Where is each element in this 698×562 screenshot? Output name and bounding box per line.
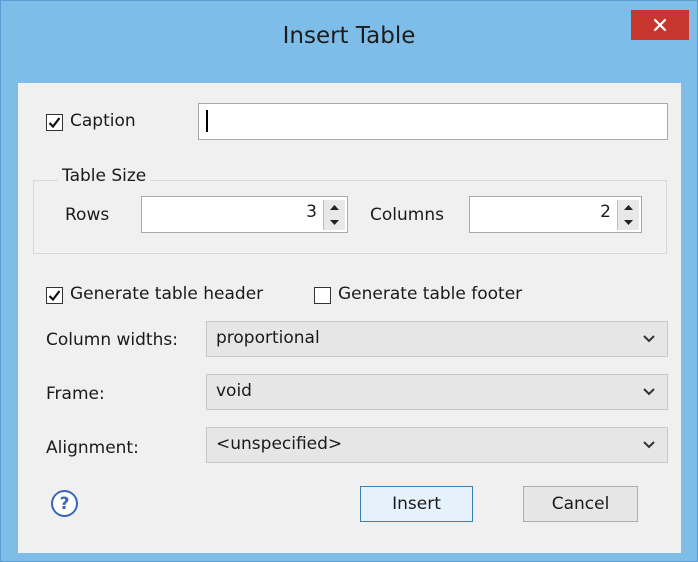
column-widths-label: Column widths: xyxy=(46,330,178,350)
arrow-up-icon xyxy=(624,205,633,210)
columns-label: Columns xyxy=(370,205,444,225)
alignment-label: Alignment: xyxy=(46,438,139,458)
rows-spinner[interactable]: 3 xyxy=(141,196,348,233)
title-bar[interactable]: Insert Table xyxy=(1,1,697,83)
generate-header-checkbox[interactable] xyxy=(46,287,63,304)
frame-label: Frame: xyxy=(46,384,105,404)
close-icon xyxy=(653,18,667,32)
column-widths-select[interactable]: proportional xyxy=(206,321,668,357)
checkmark-icon xyxy=(48,117,61,129)
columns-decrement-button[interactable] xyxy=(618,215,639,230)
insert-table-dialog: Insert Table Caption Table Size Rows 3 C… xyxy=(0,0,698,562)
columns-spinner[interactable]: 2 xyxy=(469,196,642,233)
close-button[interactable] xyxy=(631,10,689,40)
generate-footer-label: Generate table footer xyxy=(338,284,523,304)
rows-increment-button[interactable] xyxy=(324,200,345,215)
frame-select[interactable]: void xyxy=(206,374,668,410)
caption-checkbox[interactable] xyxy=(46,114,63,131)
arrow-down-icon xyxy=(624,220,633,225)
table-size-legend: Table Size xyxy=(58,166,151,186)
chevron-down-icon xyxy=(643,388,655,396)
chevron-down-icon xyxy=(643,335,655,343)
caption-label: Caption xyxy=(70,111,136,131)
cancel-button[interactable]: Cancel xyxy=(523,486,638,522)
insert-button[interactable]: Insert xyxy=(360,486,473,522)
arrow-down-icon xyxy=(330,220,339,225)
columns-increment-button[interactable] xyxy=(618,200,639,215)
generate-header-label: Generate table header xyxy=(70,284,264,304)
arrow-up-icon xyxy=(330,205,339,210)
checkmark-icon xyxy=(48,290,61,302)
alignment-select[interactable]: <unspecified> xyxy=(206,427,668,463)
dialog-title: Insert Table xyxy=(282,23,416,49)
help-icon[interactable]: ? xyxy=(51,490,78,517)
rows-label: Rows xyxy=(65,205,110,225)
dialog-body: Caption Table Size Rows 3 Columns 2 Gene… xyxy=(18,83,681,553)
rows-decrement-button[interactable] xyxy=(324,215,345,230)
chevron-down-icon xyxy=(643,441,655,449)
caption-input[interactable] xyxy=(198,103,668,140)
generate-footer-checkbox[interactable] xyxy=(314,287,331,304)
